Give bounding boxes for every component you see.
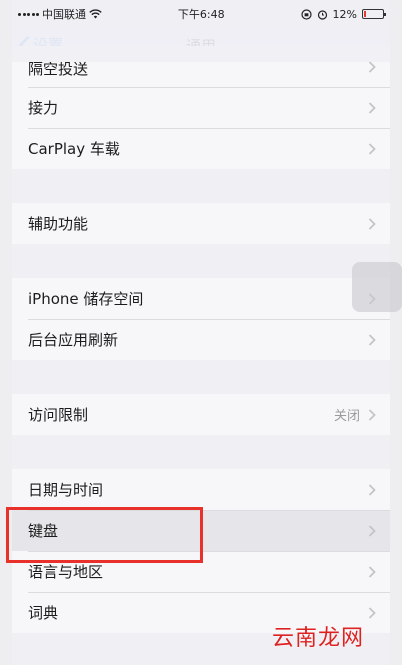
chevron-right-icon [368, 142, 376, 155]
phone-screen: 中国联通 下午6:48 12% 隔空投送 接力 CarPlay 车载 辅助功能 … [12, 0, 402, 665]
settings-group-sharing: 隔空投送 接力 CarPlay 车载 [12, 46, 390, 169]
carrier-label: 中国联通 [42, 8, 86, 21]
wifi-icon [89, 9, 102, 19]
row-carplay[interactable]: CarPlay 车载 [12, 128, 390, 169]
row-iphone-storage[interactable]: iPhone 储存空间 [12, 278, 390, 319]
highlight-box [6, 507, 203, 563]
row-label: 接力 [28, 99, 59, 117]
row-label: iPhone 储存空间 [28, 290, 144, 308]
clock: 下午6:48 [177, 8, 225, 21]
status-bar: 中国联通 下午6:48 12% [12, 0, 390, 28]
row-restrictions[interactable]: 访问限制 关闭 [12, 394, 390, 435]
row-background-app-refresh[interactable]: 后台应用刷新 [12, 319, 390, 360]
row-label: CarPlay 车载 [28, 140, 120, 158]
settings-group-restrictions: 访问限制 关闭 [12, 394, 390, 435]
chevron-right-icon [368, 483, 376, 496]
signal-icon [18, 12, 39, 16]
alarm-icon [317, 9, 327, 20]
chevron-right-icon [368, 101, 376, 114]
battery-percent: 12% [332, 7, 357, 21]
row-label: 日期与时间 [28, 481, 104, 499]
screenshot-frame: 中国联通 下午6:48 12% 隔空投送 接力 CarPlay 车载 辅助功能 … [0, 0, 402, 665]
chevron-right-icon [368, 217, 376, 230]
navbar-backdrop [12, 28, 390, 62]
settings-group-accessibility: 辅助功能 [12, 203, 390, 244]
chevron-right-icon [368, 333, 376, 346]
row-label: 辅助功能 [28, 215, 89, 233]
row-date-time[interactable]: 日期与时间 [12, 469, 390, 510]
row-label: 后台应用刷新 [28, 331, 119, 349]
assistive-touch-button[interactable] [352, 262, 402, 312]
chevron-right-icon [368, 565, 376, 578]
row-label: 词典 [28, 604, 59, 622]
row-accessibility[interactable]: 辅助功能 [12, 203, 390, 244]
settings-group-storage: iPhone 储存空间 后台应用刷新 [12, 278, 390, 360]
battery-icon [362, 9, 386, 19]
chevron-right-icon [368, 408, 376, 421]
watermark-logo: 云南龙网 [272, 626, 365, 651]
row-value: 关闭 [333, 409, 360, 424]
row-handoff[interactable]: 接力 [12, 87, 390, 128]
row-label: 语言与地区 [28, 563, 104, 581]
orientation-lock-icon [300, 8, 312, 20]
row-label: 访问限制 [28, 406, 89, 424]
chevron-right-icon [368, 606, 376, 619]
chevron-right-icon [368, 524, 376, 537]
